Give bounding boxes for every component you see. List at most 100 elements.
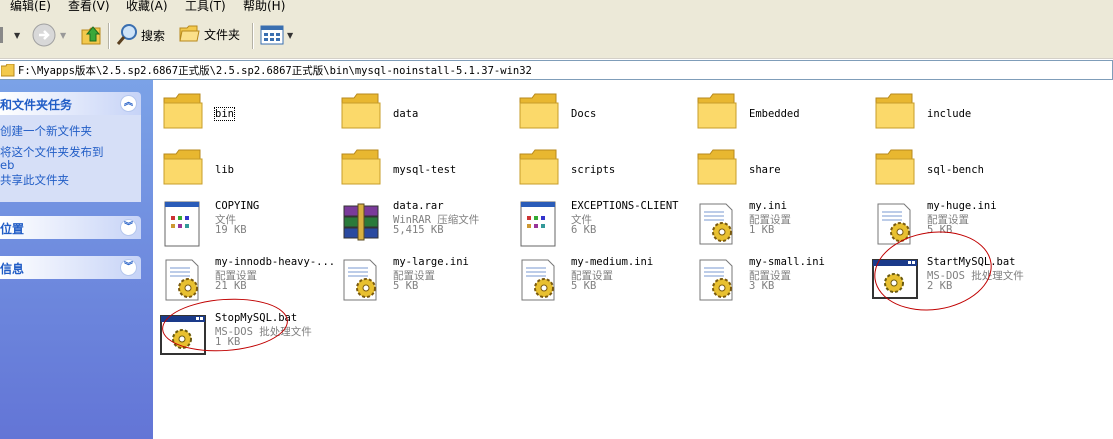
file-folder-tasks-body: 创建一个新文件夹 将这个文件夹发布到 eb 共享此文件夹 xyxy=(0,115,141,202)
file-item-folder[interactable]: Embedded xyxy=(692,88,862,138)
file-item[interactable]: EXCEPTIONS-CLIENT 文件 6 KB xyxy=(514,200,684,250)
file-name: mysql-test xyxy=(393,164,457,176)
file-item-folder[interactable]: include xyxy=(870,88,1040,138)
file-item[interactable]: COPYING 文件 19 KB xyxy=(158,200,328,250)
task-new-folder[interactable]: 创建一个新文件夹 xyxy=(0,123,92,139)
file-name: Docs xyxy=(571,108,597,120)
file-name: EXCEPTIONS-CLIENT xyxy=(571,200,679,212)
file-item[interactable]: my-innodb-heavy-... 配置设置 21 KB xyxy=(158,256,335,306)
file-item-folder[interactable]: lib xyxy=(158,144,328,194)
file-item-folder[interactable]: bin xyxy=(158,88,328,138)
file-name: my-large.ini xyxy=(393,256,469,268)
folder-icon xyxy=(875,93,915,129)
menu-help[interactable]: 帮助(H) xyxy=(243,0,285,13)
menu-edit[interactable]: 编辑(E) xyxy=(10,0,51,13)
menu-favorites[interactable]: 收藏(A) xyxy=(126,0,168,13)
file-size: 3 KB xyxy=(749,280,775,292)
file-name: data.rar xyxy=(393,200,444,212)
file-name: bin xyxy=(214,107,235,121)
file-item-folder[interactable]: scripts xyxy=(514,144,684,194)
batch-file-icon xyxy=(160,315,206,355)
file-name: my-innodb-heavy-... xyxy=(215,256,336,268)
file-size: 5,415 KB xyxy=(393,224,444,236)
folders-icon xyxy=(179,25,200,42)
folder-icon xyxy=(697,149,737,185)
document-icon xyxy=(520,201,556,247)
folder-icon xyxy=(1,64,15,77)
details-header[interactable]: 信息 ︾ xyxy=(0,256,141,279)
file-name: scripts xyxy=(571,164,616,176)
forward-dropdown-icon[interactable]: ▼ xyxy=(60,31,66,40)
file-item-folder[interactable]: share xyxy=(692,144,862,194)
file-item-folder[interactable]: sql-bench xyxy=(870,144,1040,194)
config-settings-icon xyxy=(343,259,377,301)
search-button[interactable]: 搜索 xyxy=(116,23,165,47)
menu-tools[interactable]: 工具(T) xyxy=(185,0,226,13)
file-item[interactable]: my-large.ini 配置设置 5 KB xyxy=(336,256,506,306)
views-dropdown-icon[interactable]: ▼ xyxy=(287,31,293,40)
config-settings-icon xyxy=(877,203,911,245)
forward-button[interactable]: ▼ xyxy=(31,22,66,48)
file-name: StopMySQL.bat xyxy=(215,312,298,324)
task-publish-web[interactable]: eb xyxy=(0,158,14,172)
file-item-folder[interactable]: Docs xyxy=(514,88,684,138)
file-folder-tasks-header[interactable]: 和文件夹任务 ︽ xyxy=(0,92,141,115)
file-item-folder[interactable]: mysql-test xyxy=(336,144,506,194)
file-item[interactable]: my-small.ini 配置设置 3 KB xyxy=(692,256,862,306)
file-name: data xyxy=(393,108,419,120)
file-size: 21 KB xyxy=(215,280,247,292)
back-dropdown-icon[interactable]: ▼ xyxy=(14,31,20,40)
file-name: StartMySQL.bat xyxy=(927,256,1016,268)
file-item[interactable]: my.ini 配置设置 1 KB xyxy=(692,200,862,250)
collapse-icon[interactable]: ︽ xyxy=(120,95,137,112)
file-name: my-medium.ini xyxy=(571,256,654,268)
expand-icon[interactable]: ︾ xyxy=(120,219,137,236)
config-settings-icon xyxy=(699,203,733,245)
other-places-header[interactable]: 位置 ︾ xyxy=(0,216,141,239)
task-pane: 和文件夹任务 ︽ 创建一个新文件夹 将这个文件夹发布到 eb 共享此文件夹 位置… xyxy=(0,80,153,439)
up-folder-button[interactable] xyxy=(80,22,104,48)
file-size: 6 KB xyxy=(571,224,597,236)
file-size: 2 KB xyxy=(927,280,953,292)
file-size: 5 KB xyxy=(927,224,953,236)
file-list: bin data Docs Embedded include lib mysql… xyxy=(153,80,1113,439)
folder-icon xyxy=(163,93,203,129)
views-button[interactable]: ▼ xyxy=(260,25,293,45)
file-item[interactable]: my-medium.ini 配置设置 5 KB xyxy=(514,256,684,306)
file-item[interactable]: StopMySQL.bat MS-DOS 批处理文件 1 KB xyxy=(158,312,328,362)
file-name: my-small.ini xyxy=(749,256,825,268)
expand-icon[interactable]: ︾ xyxy=(120,259,137,276)
batch-file-icon xyxy=(872,259,918,299)
toolbar: ▼ ▼ 搜索 文件夹 ▼ xyxy=(0,13,1113,59)
folder-icon xyxy=(697,93,737,129)
document-icon xyxy=(164,201,200,247)
file-item[interactable]: data.rar WinRAR 压缩文件 5,415 KB xyxy=(336,200,506,250)
back-button-fragment[interactable]: ▼ xyxy=(0,27,20,43)
folder-icon xyxy=(341,149,381,185)
file-size: 5 KB xyxy=(393,280,419,292)
file-name: my.ini xyxy=(749,200,787,212)
menu-view[interactable]: 查看(V) xyxy=(68,0,110,13)
folder-icon xyxy=(163,149,203,185)
task-publish-folder[interactable]: 将这个文件夹发布到 xyxy=(0,144,104,160)
file-item[interactable]: my-huge.ini 配置设置 5 KB xyxy=(870,200,1040,250)
address-path[interactable]: F:\Myapps版本\2.5.sp2.6867正式版\2.5.sp2.6867… xyxy=(18,63,532,78)
file-item[interactable]: StartMySQL.bat MS-DOS 批处理文件 2 KB xyxy=(870,256,1040,306)
folder-icon xyxy=(519,93,559,129)
file-name: sql-bench xyxy=(927,164,984,176)
file-name: share xyxy=(749,164,781,176)
folders-button[interactable]: 文件夹 xyxy=(179,24,240,44)
folder-icon xyxy=(519,149,559,185)
task-share-folder[interactable]: 共享此文件夹 xyxy=(0,172,69,188)
config-settings-icon xyxy=(521,259,555,301)
config-settings-icon xyxy=(165,259,199,301)
up-folder-icon xyxy=(81,26,101,45)
file-item-folder[interactable]: data xyxy=(336,88,506,138)
forward-arrow-icon xyxy=(32,23,56,47)
panel-title: 和文件夹任务 xyxy=(0,98,73,112)
panel-title: 信息 xyxy=(0,262,25,276)
file-name: include xyxy=(927,108,972,120)
file-name: Embedded xyxy=(749,108,800,120)
file-name: COPYING xyxy=(215,200,260,212)
address-bar[interactable]: F:\Myapps版本\2.5.sp2.6867正式版\2.5.sp2.6867… xyxy=(0,60,1113,80)
